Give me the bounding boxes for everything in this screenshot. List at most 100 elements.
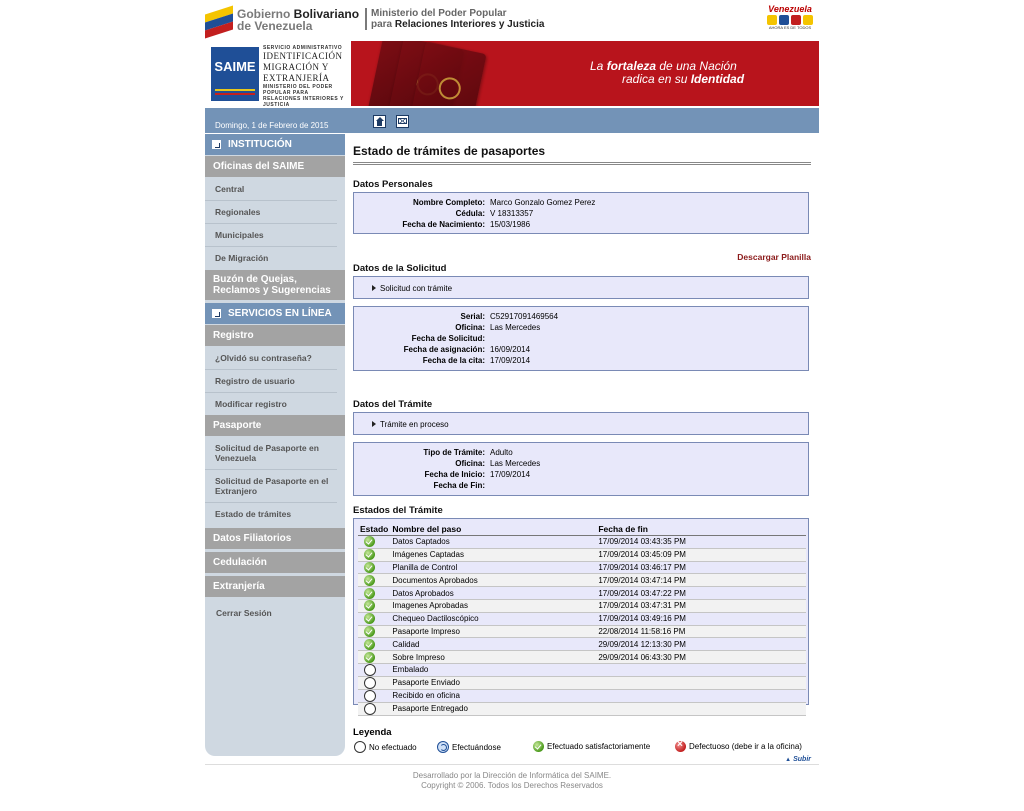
label-fecha-solicitud: Fecha de Solicitud: <box>411 334 485 343</box>
home-icon[interactable] <box>373 115 386 128</box>
step-date: 17/09/2014 03:49:16 PM <box>596 612 806 626</box>
step-status <box>358 663 391 677</box>
step-name: Datos Aprobados <box>390 586 597 600</box>
not-done-icon <box>364 702 376 715</box>
check-icon <box>364 549 375 561</box>
footer-credit: Desarrollado por la Dirección de Informá… <box>412 771 612 780</box>
not-done-icon <box>364 676 376 689</box>
logout-link[interactable]: Cerrar Sesión <box>205 598 345 618</box>
check-icon <box>364 613 375 625</box>
group-cedulacion[interactable]: Cedulación <box>205 552 345 573</box>
table-row: Planilla de Control 17/09/2014 03:46:17 P… <box>358 561 806 575</box>
group-filiatorios[interactable]: Datos Filiatorios <box>205 528 345 549</box>
group-extranjeria[interactable]: Extranjería <box>205 576 345 597</box>
download-link[interactable]: Descargar Planilla <box>737 252 811 262</box>
value-nacimiento: 15/03/1986 <box>490 220 531 229</box>
step-status <box>358 573 391 588</box>
estados-box: Estado Nombre del paso Fecha de fin Dato… <box>353 518 809 716</box>
venezuela-logo: Venezuela AHORA ES DE TODOS <box>767 4 813 30</box>
saime-logo[interactable]: SAIME SERVICIO ADMINISTRATIVO IDENTIFICA… <box>205 41 351 106</box>
value-fecha-asignacion: 16/09/2014 <box>490 345 531 354</box>
step-status <box>358 586 391 600</box>
step-date <box>596 702 806 716</box>
estados-heading: Estados del Trámite <box>353 505 443 516</box>
mail-icon[interactable] <box>396 115 409 128</box>
check-icon <box>364 536 375 548</box>
page-title: Estado de trámites de pasaportes <box>353 134 811 165</box>
section-servicios[interactable]: SERVICIOS EN LÍNEA <box>205 303 345 324</box>
sidebar-item-regionales[interactable]: Regionales <box>205 201 337 224</box>
sidebar-item-solicitud-extranjero[interactable]: Solicitud de Pasaporte en el Extranjero <box>205 470 337 503</box>
ministry-name: Ministerio del Poder Popular para Relaci… <box>365 8 544 30</box>
table-row: Calidad 29/09/2014 12:13:30 PM <box>358 637 806 652</box>
col-fecha: Fecha de fin <box>596 523 806 536</box>
label-cedula: Cédula: <box>455 209 485 218</box>
solicitud-status-box[interactable]: Solicitud con trámite <box>353 276 809 299</box>
check-icon <box>533 741 544 752</box>
sidebar-item-municipales[interactable]: Municipales <box>205 224 337 247</box>
step-status <box>358 702 391 716</box>
sidebar-item-central[interactable]: Central <box>205 178 337 201</box>
step-name: Sobre Impreso <box>390 650 597 664</box>
label-nacimiento: Fecha de Nacimiento: <box>402 220 485 229</box>
tramite-heading: Datos del Trámite <box>353 399 433 410</box>
step-date <box>596 689 806 703</box>
section-institucion[interactable]: INSTITUCIÓN <box>205 134 345 155</box>
legend-item: Efectuado satisfactoriamente <box>533 741 650 752</box>
footer: Desarrollado por la Dirección de Informá… <box>205 764 819 791</box>
step-name: Imagenes Aprobadas <box>390 599 597 613</box>
main-content: Estado de trámites de pasaportes Datos P… <box>353 134 811 763</box>
step-status <box>358 599 391 613</box>
step-date: 17/09/2014 03:47:14 PM <box>596 573 806 588</box>
step-date: 29/09/2014 06:43:30 PM <box>596 650 806 664</box>
group-pasaporte[interactable]: Pasaporte <box>205 415 345 436</box>
flag-icon <box>205 4 233 39</box>
step-name: Imágenes Captadas <box>390 548 597 562</box>
sidebar-item-solicitud-venezuela[interactable]: Solicitud de Pasaporte en Venezuela <box>205 437 337 470</box>
sidebar-item-olvido[interactable]: ¿Olvidó su contraseña? <box>205 347 337 370</box>
value-serial: C52917091469564 <box>490 312 559 321</box>
col-nombre: Nombre del paso <box>390 523 597 536</box>
sidebar-item-registro-usuario[interactable]: Registro de usuario <box>205 370 337 393</box>
label-fecha-fin: Fecha de Fin: <box>433 481 485 490</box>
saime-title: SERVICIO ADMINISTRATIVO IDENTIFICACIÓN M… <box>263 45 344 106</box>
check-icon <box>364 587 375 599</box>
saime-badge: SAIME <box>211 47 259 101</box>
group-oficinas[interactable]: Oficinas del SAIME <box>205 156 345 177</box>
back-to-top-link[interactable]: Subir <box>785 756 811 763</box>
solicitud-status[interactable]: Solicitud con trámite <box>372 284 452 293</box>
tramite-status[interactable]: Trámite en proceso <box>372 420 449 429</box>
step-status <box>358 689 391 703</box>
solicitud-heading: Datos de la Solicitud <box>353 263 447 274</box>
table-row: Sobre Impreso 29/09/2014 06:43:30 PM <box>358 650 806 664</box>
group-buzon[interactable]: Buzón de Quejas, Reclamos y Sugerencias <box>205 270 345 300</box>
arrow-box-icon <box>212 309 221 318</box>
label-serial: Serial: <box>460 312 485 321</box>
sidebar-item-migracion[interactable]: De Migración <box>205 247 337 269</box>
step-date: 22/08/2014 11:58:16 PM <box>596 625 806 639</box>
step-name: Chequeo Dactiloscópico <box>390 612 597 626</box>
step-status <box>358 637 391 652</box>
step-date: 17/09/2014 03:45:09 PM <box>596 548 806 562</box>
sidebar-item-estado-tramites[interactable]: Estado de trámites <box>205 503 337 525</box>
in-progress-icon <box>437 741 449 753</box>
step-name: Embalado <box>390 663 597 677</box>
step-date: 17/09/2014 03:47:31 PM <box>596 599 806 613</box>
label-nombre: Nombre Completo: <box>413 198 485 207</box>
col-estado: Estado <box>358 523 391 536</box>
table-row: Imágenes Captadas 17/09/2014 03:45:09 PM <box>358 548 806 562</box>
value-oficina: Las Mercedes <box>490 323 541 332</box>
value-fecha-inicio: 17/09/2014 <box>490 470 531 479</box>
step-status <box>358 676 391 690</box>
tramite-status-box[interactable]: Trámite en proceso <box>353 412 809 435</box>
step-date: 17/09/2014 03:46:17 PM <box>596 561 806 575</box>
group-registro[interactable]: Registro <box>205 325 345 346</box>
sidebar: INSTITUCIÓN Oficinas del SAIME Central R… <box>205 134 345 756</box>
solicitud-box: Serial: C52917091469564 Oficina: Las Merce… <box>353 306 809 371</box>
sidebar-item-modificar-registro[interactable]: Modificar registro <box>205 393 337 415</box>
step-name: Datos Captados <box>390 535 597 549</box>
label-tipo: Tipo de Trámite: <box>423 448 485 457</box>
step-date: 29/09/2014 12:13:30 PM <box>596 637 806 652</box>
gov-logo[interactable]: Gobierno Bolivariano de Venezuela <box>205 4 359 39</box>
label-tramite-oficina: Oficina: <box>455 459 485 468</box>
